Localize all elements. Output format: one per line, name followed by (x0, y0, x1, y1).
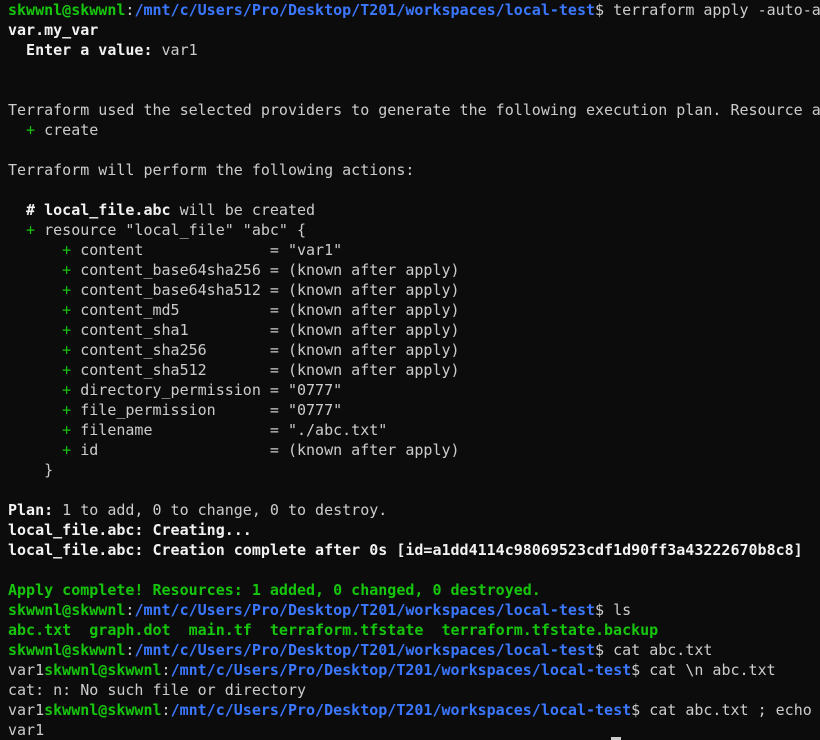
prompt-cwd: /mnt/c/Users/Pro/Desktop/T201/workspaces… (134, 601, 596, 619)
terminal-line-prompt-ls: skwwnl@skwwnl:/mnt/c/Users/Pro/Desktop/T… (8, 600, 631, 620)
attribute-line: + content_base64sha256 = (known after ap… (8, 260, 460, 280)
plus-symbol: + (8, 441, 72, 459)
attribute-line: + id = (known after apply) (8, 440, 460, 460)
attribute-text: content_md5 = (known after apply) (71, 301, 460, 319)
prompt-user-host: skwwnl@skwwnl (8, 1, 126, 19)
actions-heading-line: Terraform will perform the following act… (8, 161, 415, 179)
output-prefix: var1 (8, 701, 45, 719)
entered-value: var1 (152, 41, 198, 59)
command-text: cat abc.txt (613, 641, 713, 659)
terminal-line-prompt-cat-n: var1skwwnl@skwwnl:/mnt/c/Users/Pro/Deskt… (8, 660, 776, 680)
variable-name: var.my_var (8, 21, 99, 39)
plan-summary-text: 1 to add, 0 to change, 0 to destroy. (53, 501, 388, 519)
attribute-line: + filename = "./abc.txt" (8, 420, 387, 440)
command-text: ls (613, 601, 632, 619)
resource-address: # local_file.abc (8, 201, 171, 219)
creation-complete-line: local_file.abc: Creation complete after … (8, 541, 803, 559)
attribute-text: content_base64sha512 = (known after appl… (71, 281, 460, 299)
prompt-symbol: $ (631, 701, 650, 719)
attribute-text: content_sha1 = (known after apply) (71, 321, 460, 339)
plan-label: Plan: (8, 501, 54, 519)
plus-symbol: + (8, 261, 72, 279)
enter-value-label: Enter a value: (8, 41, 153, 59)
plan-summary-line: Plan: 1 to add, 0 to change, 0 to destro… (8, 500, 387, 520)
attribute-line: + content = "var1" (8, 240, 342, 260)
terminal-line-prompt-cat: skwwnl@skwwnl:/mnt/c/Users/Pro/Desktop/T… (8, 640, 712, 660)
create-legend-line: + create (8, 120, 98, 140)
attribute-text: file_permission = "0777" (71, 401, 343, 419)
plus-symbol: + (8, 301, 72, 319)
attribute-line: + file_permission = "0777" (8, 400, 342, 420)
plan-intro-line: Terraform used the selected providers to… (8, 101, 820, 119)
plus-symbol: + (8, 361, 72, 379)
plus-symbol: + (8, 121, 36, 139)
prompt-symbol: $ (595, 641, 614, 659)
command-text: terraform apply -auto-ap (613, 1, 820, 19)
attribute-text: directory_permission = "0777" (71, 381, 343, 399)
prompt-user-host: skwwnl@skwwnl (8, 641, 126, 659)
attribute-text: id = (known after apply) (71, 441, 460, 459)
prompt-cwd: /mnt/c/Users/Pro/Desktop/T201/workspaces… (134, 641, 596, 659)
command-text: cat \n abc.txt (649, 661, 776, 679)
output-prefix: var1 (8, 661, 45, 679)
plus-symbol: + (8, 421, 72, 439)
plus-symbol: + (8, 221, 36, 239)
resource-comment-line: # local_file.abc will be created (8, 200, 315, 220)
prompt-symbol: $ (595, 1, 614, 19)
resource-block-close-line: } (8, 461, 54, 479)
prompt-user-host: skwwnl@skwwnl (44, 701, 162, 719)
plus-symbol: + (8, 341, 72, 359)
creating-status-line: local_file.abc: Creating... (8, 521, 252, 539)
plus-symbol: + (8, 381, 72, 399)
prompt-colon: : (161, 701, 171, 719)
create-legend-text: create (35, 121, 99, 139)
attribute-text: filename = "./abc.txt" (71, 421, 388, 439)
apply-complete-line: Apply complete! Resources: 1 added, 0 ch… (8, 581, 541, 599)
prompt-cwd: /mnt/c/Users/Pro/Desktop/T201/workspaces… (170, 661, 632, 679)
prompt-user-host: skwwnl@skwwnl (44, 661, 162, 679)
prompt-cwd: /mnt/c/Users/Pro/Desktop/T201/workspaces… (134, 1, 596, 19)
prompt-user-host: skwwnl@skwwnl (8, 601, 126, 619)
echo-output-line: var1 (8, 721, 45, 739)
attribute-text: content = "var1" (71, 241, 343, 259)
resource-comment-text: will be created (170, 201, 316, 219)
plus-symbol: + (8, 281, 72, 299)
prompt-colon: : (161, 661, 171, 679)
command-text: cat abc.txt ; echo (649, 701, 812, 719)
attribute-line: + content_sha256 = (known after apply) (8, 340, 460, 360)
attribute-text: content_sha512 = (known after apply) (71, 361, 460, 379)
attribute-line: + content_base64sha512 = (known after ap… (8, 280, 460, 300)
ls-output-line: abc.txt graph.dot main.tf terraform.tfst… (8, 621, 659, 639)
attribute-line: + content_sha1 = (known after apply) (8, 320, 460, 340)
attribute-text: content_sha256 = (known after apply) (71, 341, 460, 359)
terminal-line-prompt-cat-echo: var1skwwnl@skwwnl:/mnt/c/Users/Pro/Deskt… (8, 700, 812, 720)
attribute-line: + content_sha512 = (known after apply) (8, 360, 460, 380)
attribute-line: + directory_permission = "0777" (8, 380, 342, 400)
error-output-line: cat: n: No such file or directory (8, 681, 307, 699)
plus-symbol: + (8, 401, 72, 419)
resource-declaration: resource "local_file" "abc" { (35, 221, 307, 239)
attribute-line: + content_md5 = (known after apply) (8, 300, 460, 320)
plus-symbol: + (8, 321, 72, 339)
prompt-symbol: $ (595, 601, 614, 619)
attribute-text: content_base64sha256 = (known after appl… (71, 261, 460, 279)
plus-symbol: + (8, 241, 72, 259)
variable-prompt-line: Enter a value: var1 (8, 40, 198, 60)
terminal-line-prompt-apply: skwwnl@skwwnl:/mnt/c/Users/Pro/Desktop/T… (8, 0, 820, 20)
prompt-cwd: /mnt/c/Users/Pro/Desktop/T201/workspaces… (170, 701, 632, 719)
terminal-window[interactable]: skwwnl@skwwnl:/mnt/c/Users/Pro/Desktop/T… (0, 0, 820, 740)
prompt-symbol: $ (631, 661, 650, 679)
resource-block-open-line: + resource "local_file" "abc" { (8, 220, 306, 240)
